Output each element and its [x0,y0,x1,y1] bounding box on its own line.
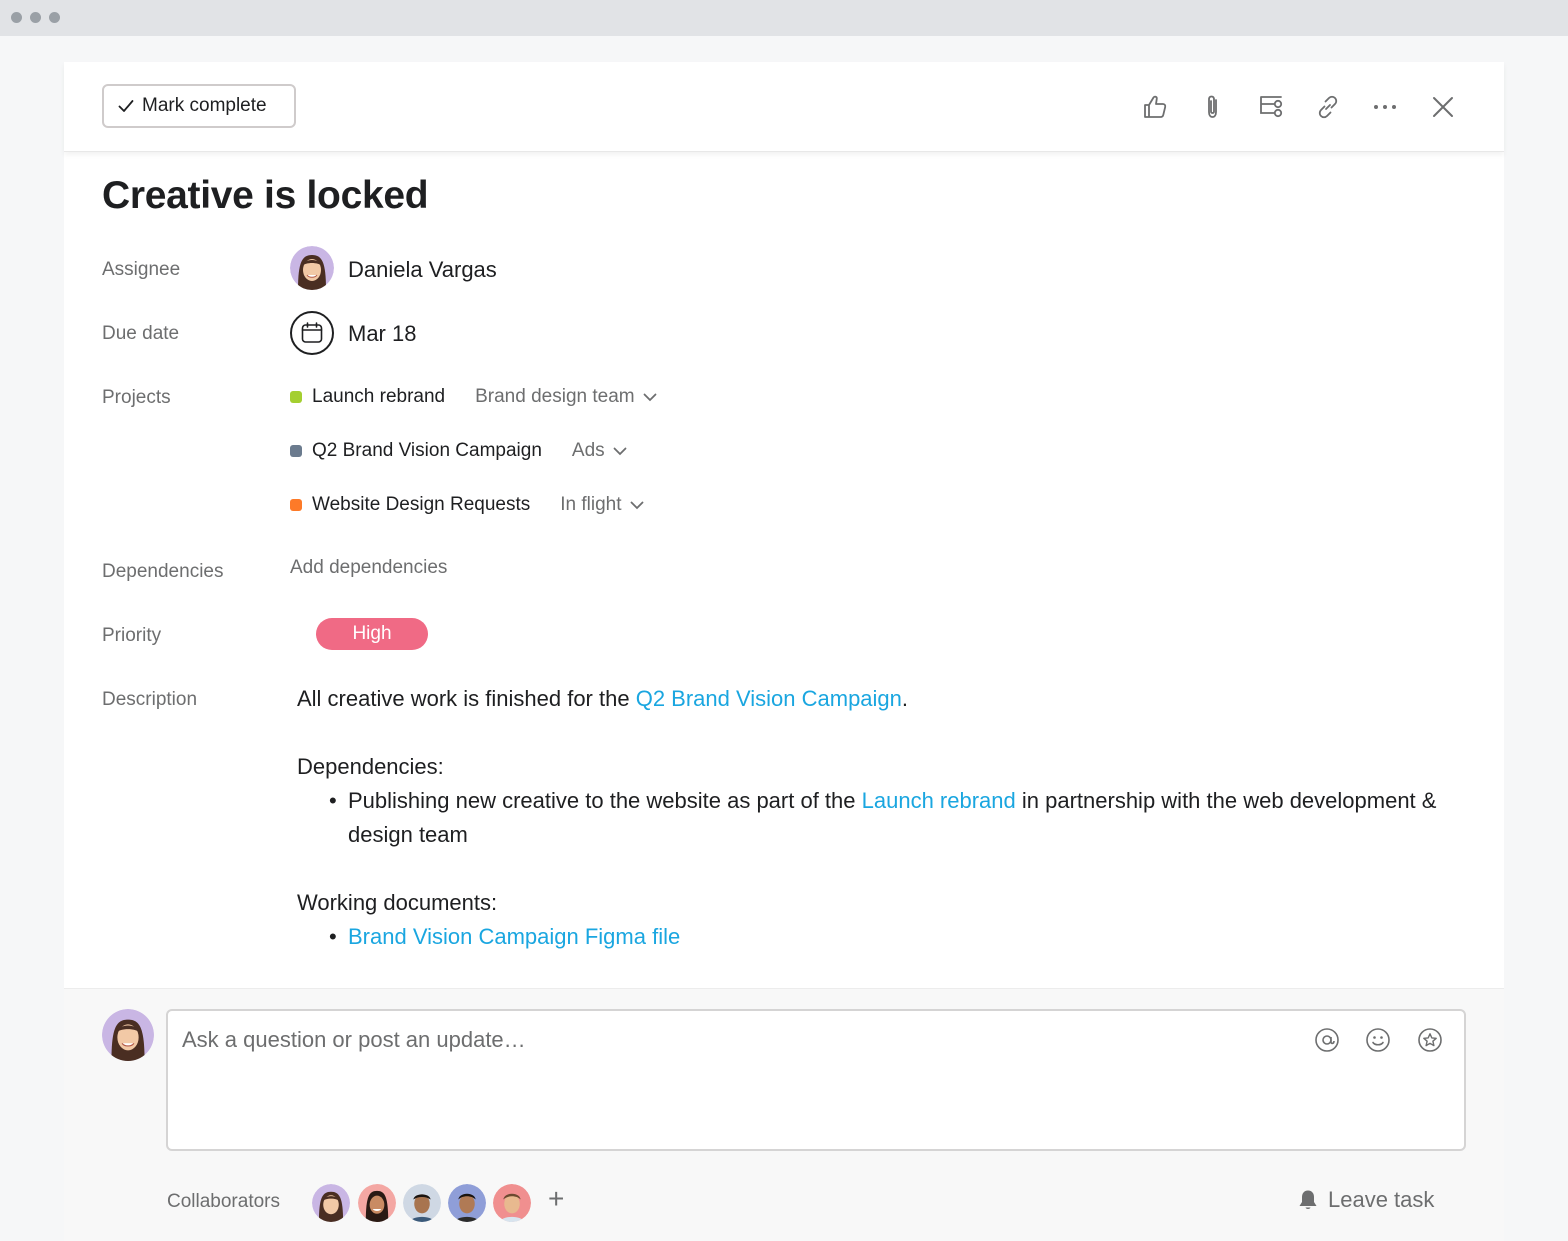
chevron-down-icon [643,393,657,401]
dependencies-heading: Dependencies: [297,754,444,779]
leave-task-button[interactable]: Leave task [1296,1187,1434,1213]
subtask-icon[interactable] [1256,92,1286,122]
list-item: Publishing new creative to the website a… [297,784,1447,852]
project-section-dropdown[interactable]: Brand design team [475,386,657,408]
project-name[interactable]: Launch rebrand [312,386,445,408]
project-section-label: Brand design team [475,386,635,407]
collaborator-avatar[interactable] [403,1184,441,1222]
task-title[interactable]: Creative is locked [102,174,429,218]
project-color-dot [290,445,302,457]
assignee-name[interactable]: Daniela Vargas [348,257,497,283]
leave-task-label: Leave task [1328,1187,1435,1212]
project-name[interactable]: Q2 Brand Vision Campaign [312,440,542,462]
mark-complete-label: Mark complete [142,95,267,116]
collaborator-avatar[interactable] [493,1184,531,1222]
project-link[interactable]: Q2 Brand Vision Campaign [636,686,902,711]
window-close-dot[interactable] [11,12,22,23]
close-icon[interactable] [1428,92,1458,122]
due-date-value[interactable]: Mar 18 [348,321,416,347]
link-icon[interactable] [1313,92,1343,122]
project-color-dot [290,391,302,403]
project-row[interactable]: Website Design Requests In flight [290,491,644,519]
documents-heading: Working documents: [297,890,498,915]
project-name[interactable]: Website Design Requests [312,494,530,516]
comment-area: Ask a question or post an update… Collab… [64,988,1504,1241]
project-section-label: In flight [560,494,622,515]
dependencies-label: Dependencies [102,561,224,582]
bell-icon [1299,1190,1317,1209]
current-user-avatar[interactable] [102,1009,154,1061]
assignee-avatar[interactable] [290,246,334,290]
description-label: Description [102,689,198,710]
task-toolbar: Mark complete [64,62,1504,152]
list-item: Brand Vision Campaign Figma file [297,920,1447,954]
description-text: . [901,686,909,711]
window-zoom-dot[interactable] [49,12,60,23]
more-icon[interactable] [1370,92,1400,122]
priority-label: Priority [102,625,162,646]
due-date-label: Due date [102,323,180,344]
window-minimize-dot[interactable] [30,12,41,23]
project-section-dropdown[interactable]: In flight [560,494,643,516]
figma-file-link[interactable]: Brand Vision Campaign Figma file [348,924,680,949]
comment-placeholder: Ask a question or post an update… [182,1027,526,1052]
collaborators-label: Collaborators [167,1191,280,1212]
mention-icon[interactable] [1312,1025,1342,1055]
collaborator-avatar[interactable] [312,1184,350,1222]
description-intro: All creative work is finished for the Q2… [297,682,1447,716]
project-link[interactable]: Launch rebrand [862,788,1016,813]
documents-list: Brand Vision Campaign Figma file [297,920,1447,954]
project-section-label: Ads [571,440,605,461]
comment-input[interactable]: Ask a question or post an update… [166,1009,1466,1151]
description-text: All creative work is finished for the [297,686,636,711]
emoji-icon[interactable] [1363,1025,1393,1055]
window-titlebar [0,0,1568,36]
chevron-down-icon [613,447,627,455]
description-text: Publishing new creative to the website a… [348,788,862,813]
collaborator-avatar[interactable] [448,1184,486,1222]
chevron-down-icon [630,501,643,509]
add-collaborator-button[interactable]: + [548,1183,564,1215]
appreciation-star-icon[interactable] [1415,1025,1445,1055]
checkmark-icon [118,100,134,112]
project-section-dropdown[interactable]: Ads [572,440,627,462]
mark-complete-button[interactable]: Mark complete [102,84,296,128]
collaborator-avatar[interactable] [358,1184,396,1222]
priority-badge[interactable]: High [316,618,428,650]
project-color-dot [290,499,302,511]
add-dependencies-button[interactable]: Add dependencies [290,557,447,579]
thumbs-up-icon[interactable] [1140,92,1170,122]
task-detail-panel: Mark complete Creative is locked Assigne… [64,62,1504,1241]
attachment-icon[interactable] [1198,92,1228,122]
project-row[interactable]: Q2 Brand Vision Campaign Ads [290,437,627,465]
project-row[interactable]: Launch rebrand Brand design team [290,383,657,411]
calendar-icon[interactable] [290,311,334,355]
description-body[interactable]: All creative work is finished for the Q2… [297,682,1447,954]
dependencies-list: Publishing new creative to the website a… [297,784,1447,852]
projects-label: Projects [102,387,171,408]
assignee-label: Assignee [102,259,181,280]
